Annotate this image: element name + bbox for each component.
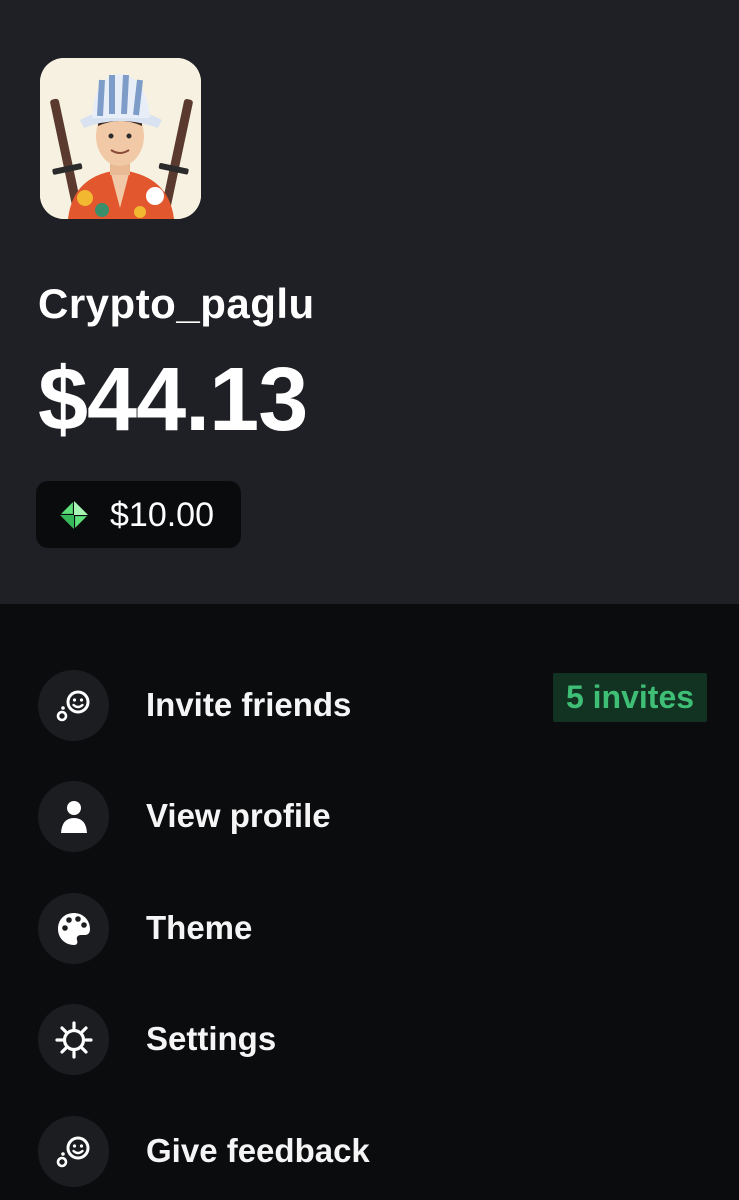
view-profile-icon-button xyxy=(38,781,109,852)
menu-item-settings[interactable]: Settings xyxy=(0,994,739,1084)
gear-icon xyxy=(54,1020,93,1059)
menu-item-label: Invite friends xyxy=(146,686,352,723)
menu-item-label: Settings xyxy=(146,1020,277,1057)
wallet-balance: $44.13 xyxy=(38,350,308,450)
avatar-illustration xyxy=(40,58,201,219)
menu-item-theme[interactable]: Theme xyxy=(0,883,739,973)
menu-item-label: Give feedback xyxy=(146,1132,370,1169)
username: Crypto_paglu xyxy=(38,280,315,327)
invite-friends-icon xyxy=(56,690,89,721)
menu-item-label: Theme xyxy=(146,909,253,946)
invite-friends-icon-button xyxy=(38,670,109,741)
bonus-balance-chip[interactable]: $10.00 xyxy=(36,481,241,548)
profile-header: Crypto_paglu $44.13 $10.00 xyxy=(0,0,739,604)
avatar[interactable] xyxy=(40,58,201,219)
green-gem-icon xyxy=(60,500,88,529)
bonus-amount: $10.00 xyxy=(110,495,214,534)
settings-icon-button xyxy=(38,1004,109,1075)
palette-icon xyxy=(57,912,90,945)
give-feedback-icon-button xyxy=(38,1116,109,1187)
menu-item-label: View profile xyxy=(146,797,331,834)
person-icon xyxy=(60,800,87,833)
invites-count-badge: 5 invites xyxy=(553,673,707,722)
menu-item-give-feedback[interactable]: Give feedback xyxy=(0,1106,739,1196)
theme-icon-button xyxy=(38,893,109,964)
feedback-icon xyxy=(56,1136,89,1167)
menu-item-view-profile[interactable]: View profile xyxy=(0,771,739,861)
